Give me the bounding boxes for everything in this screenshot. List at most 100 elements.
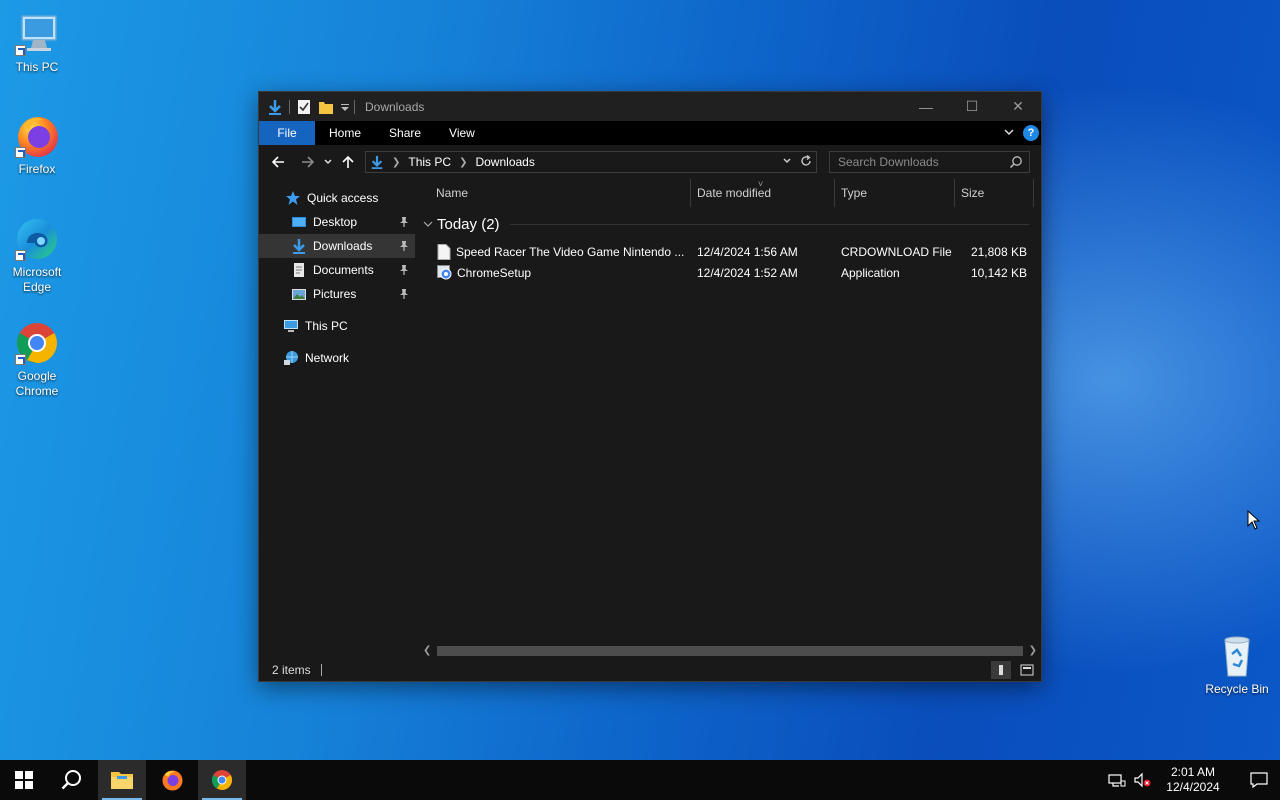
new-folder-icon[interactable] [318,99,334,115]
sidebar-item-network[interactable]: Network [259,346,415,370]
search-placeholder: Search Downloads [838,155,939,169]
start-button[interactable] [0,760,48,800]
details-view-button[interactable] [991,661,1011,679]
file-date: 12/4/2024 1:52 AM [697,265,798,280]
sidebar-item-downloads[interactable]: Downloads [259,234,415,258]
forward-button[interactable] [296,150,320,174]
file-row[interactable]: Speed Racer The Video Game Nintendo ... … [417,241,1033,262]
explorer-body: Quick access Desktop Downloads Documents… [259,179,1041,659]
window-title: Downloads [365,99,425,114]
navigation-bar: ❯ This PC ❯ Downloads Search Downloads [259,145,1041,179]
action-center-icon[interactable] [1238,771,1280,789]
recycle-bin-icon [1213,632,1261,680]
desktop-icon-this-pc[interactable]: This PC [1,10,73,75]
file-row[interactable]: ChromeSetup 12/4/2024 1:52 AM Applicatio… [417,262,1033,283]
file-date: 12/4/2024 1:56 AM [697,244,798,259]
taskbar-firefox[interactable] [148,760,196,800]
back-button[interactable] [266,150,290,174]
sidebar-item-label: Quick access [307,191,379,205]
properties-icon[interactable] [296,99,312,115]
tab-view[interactable]: View [435,121,489,145]
sidebar-item-documents[interactable]: Documents [259,258,415,282]
network-status-icon[interactable] [1108,772,1126,788]
firefox-icon [162,770,183,791]
refresh-icon[interactable] [800,154,812,170]
downloads-arrow-icon [291,238,307,254]
search-icon [61,770,81,790]
downloads-arrow-icon [370,155,384,169]
star-icon [285,190,301,206]
breadcrumb-downloads[interactable]: Downloads [475,155,534,169]
file-type: Application [841,265,900,280]
desktop-icon-label: Google Chrome [15,369,59,398]
chrome-icon [212,770,232,790]
computer-icon [13,10,61,58]
taskbar: 2:01 AM 12/4/2024 [0,760,1280,800]
large-icons-view-button[interactable] [1017,661,1037,679]
desktop-icon-recycle-bin[interactable]: Recycle Bin [1201,632,1273,697]
desktop-icon-chrome[interactable]: Google Chrome [1,319,73,399]
address-bar[interactable]: ❯ This PC ❯ Downloads [365,151,817,173]
file-size: 21,808 KB [970,244,1027,259]
group-collapse-chevron-icon[interactable] [423,219,433,229]
sidebar-item-desktop[interactable]: Desktop [259,210,415,234]
column-header-type[interactable]: Type [835,179,867,207]
taskbar-search-button[interactable] [48,760,96,800]
mouse-cursor-icon [1247,509,1261,533]
sidebar-item-label: Downloads [313,239,373,253]
customize-toolbar-chevron-icon[interactable] [340,99,350,115]
expand-ribbon-chevron-icon[interactable] [1003,126,1015,141]
forward-arrow-icon [302,156,315,168]
column-header-size[interactable]: Size [955,179,984,207]
tab-file[interactable]: File [259,121,315,145]
column-header-date-modified[interactable]: Date modified [691,179,771,207]
pin-icon [399,288,409,303]
taskbar-chrome[interactable] [198,760,246,800]
chrome-icon [13,319,61,367]
search-icon [1009,155,1023,172]
column-header-name[interactable]: Name [430,179,468,207]
network-icon [283,350,299,366]
sidebar-item-pictures[interactable]: Pictures [259,282,415,306]
pin-icon [399,216,409,231]
desktop-icon-firefox[interactable]: Firefox [1,112,73,177]
group-header-today[interactable]: Today (2) [423,213,1029,235]
recent-locations-button[interactable] [320,150,336,174]
breadcrumb-separator-icon[interactable]: ❯ [392,157,400,168]
scroll-right-icon[interactable]: ❯ [1029,645,1037,656]
sidebar-item-label: Network [305,351,350,365]
clock-date: 12/4/2024 [1166,780,1220,794]
status-bar: 2 items [259,659,1041,681]
taskbar-file-explorer[interactable] [98,760,146,800]
breadcrumb-this-pc[interactable]: This PC [408,155,451,169]
scrollbar-thumb[interactable] [437,646,1023,656]
sidebar-item-this-pc[interactable]: This PC [259,314,415,338]
breadcrumb-separator-icon[interactable]: ❯ [459,157,467,168]
volume-muted-icon[interactable] [1134,772,1152,788]
title-bar[interactable]: Downloads — ☐ ✕ [259,92,1041,121]
desktop-icon-label: Recycle Bin [1205,682,1269,696]
maximize-button[interactable]: ☐ [949,92,995,121]
help-button[interactable]: ? [1023,125,1039,141]
address-history-chevron-icon[interactable] [782,156,792,169]
up-button[interactable] [336,150,360,174]
minimize-button[interactable]: — [903,92,949,121]
documents-icon [291,262,307,278]
file-list: ˅ Name Date modified Type Size Today (2) [417,179,1041,659]
ribbon-tabs: File Home Share View ? [259,121,1041,145]
scroll-left-icon[interactable]: ❮ [423,645,431,656]
close-button[interactable]: ✕ [995,92,1041,121]
desktop-icon-edge[interactable]: Microsoft Edge [1,215,73,295]
taskbar-clock[interactable]: 2:01 AM 12/4/2024 [1160,765,1226,795]
sidebar-item-label: Desktop [313,215,358,229]
horizontal-scrollbar[interactable]: ❮ ❯ [417,643,1041,659]
computer-icon [283,318,299,334]
back-arrow-icon [271,156,284,168]
file-type: CRDOWNLOAD File [841,244,952,259]
tab-home[interactable]: Home [315,121,375,145]
sidebar-item-quick-access[interactable]: Quick access [259,186,415,210]
tab-share[interactable]: Share [375,121,435,145]
search-input[interactable]: Search Downloads [829,151,1030,173]
downloads-arrow-icon [267,99,283,115]
up-arrow-icon [342,155,354,168]
